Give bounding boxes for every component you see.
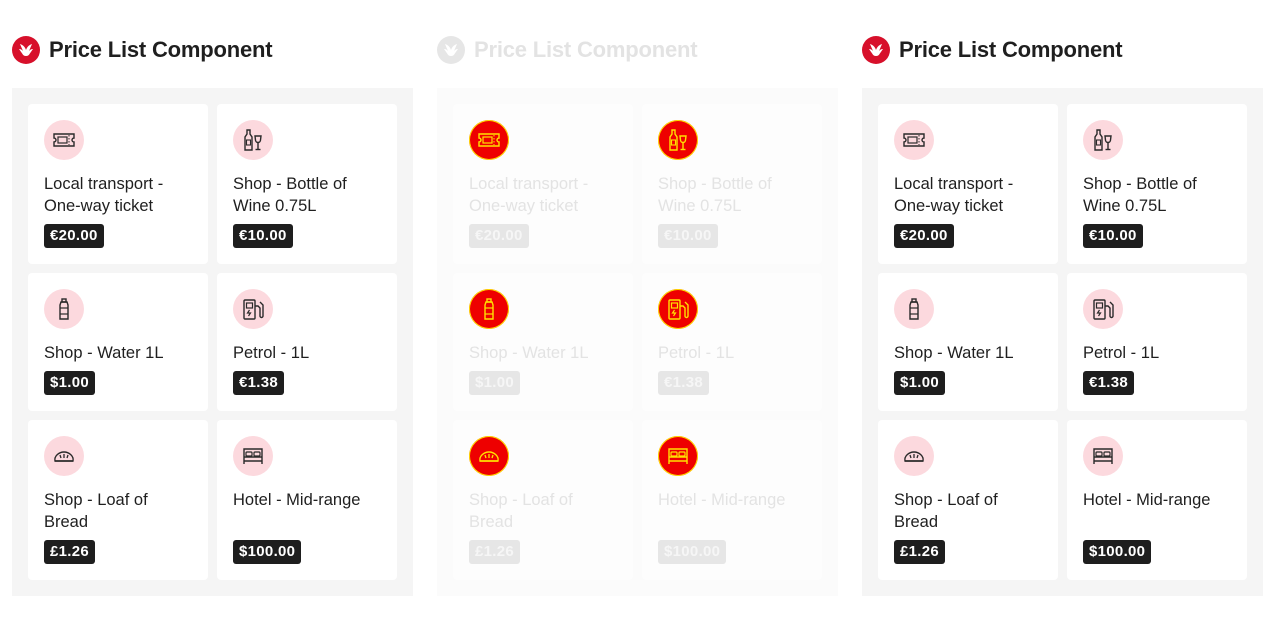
bed-icon: [658, 436, 698, 476]
price-badge: $100.00: [233, 540, 302, 564]
item-label: Hotel - Mid-range: [1083, 491, 1211, 509]
item-label: Hotel - Mid-range: [233, 491, 361, 509]
ticket-icon: [894, 120, 934, 160]
price-card: Shop - Loaf of Bread £1.26: [28, 420, 208, 580]
price-card: Petrol - 1L €1.38: [642, 273, 822, 411]
bread-icon: [894, 436, 934, 476]
price-badge: €10.00: [658, 224, 718, 248]
price-list-panel: Price List Component Local transport - O…: [12, 34, 413, 596]
fuel-pump-icon: [233, 289, 273, 329]
price-list-panel: Price List Component Local transport - O…: [862, 34, 1263, 596]
price-badge: €1.38: [1083, 371, 1135, 395]
price-badge: €20.00: [469, 224, 529, 248]
panel-title: Price List Component: [49, 37, 273, 62]
price-card: Petrol - 1L €1.38: [217, 273, 397, 411]
price-card: Shop - Water 1L $1.00: [878, 273, 1058, 411]
item-label: Shop - Water 1L: [44, 344, 164, 362]
item-label: Shop - Loaf of Bread: [44, 491, 148, 531]
price-badge: €1.38: [658, 371, 710, 395]
wine-bottle-icon: [1083, 120, 1123, 160]
price-list-panel-faded: Price List Component Local transport - O…: [437, 34, 838, 596]
ticket-icon: [469, 120, 509, 160]
item-label: Shop - Bottle of Wine 0.75L: [1083, 175, 1197, 215]
price-card: Shop - Bottle of Wine 0.75L €10.00: [217, 104, 397, 264]
bird-logo-icon: [12, 36, 40, 64]
item-label: Shop - Loaf of Bread: [469, 491, 573, 531]
water-bottle-icon: [44, 289, 84, 329]
item-label: Petrol - 1L: [658, 344, 735, 362]
bed-icon: [1083, 436, 1123, 476]
item-label: Local transport - One-way ticket: [44, 175, 164, 215]
price-card: Petrol - 1L €1.38: [1067, 273, 1247, 411]
bird-logo-icon: [862, 36, 890, 64]
price-card: Hotel - Mid-range $100.00: [217, 420, 397, 580]
item-label: Shop - Water 1L: [469, 344, 589, 362]
panel-title: Price List Component: [899, 37, 1123, 62]
price-card: Local transport - One-way ticket €20.00: [28, 104, 208, 264]
water-bottle-icon: [469, 289, 509, 329]
price-card: Shop - Bottle of Wine 0.75L €10.00: [1067, 104, 1247, 264]
price-card: Hotel - Mid-range $100.00: [642, 420, 822, 580]
price-badge: $100.00: [658, 540, 727, 564]
price-card: Shop - Water 1L $1.00: [453, 273, 633, 411]
price-card: Hotel - Mid-range $100.00: [1067, 420, 1247, 580]
bread-icon: [44, 436, 84, 476]
panel-header: Price List Component: [12, 34, 413, 66]
price-badge: $1.00: [894, 371, 946, 395]
price-card: Shop - Bottle of Wine 0.75L €10.00: [642, 104, 822, 264]
water-bottle-icon: [894, 289, 934, 329]
price-badge: €20.00: [44, 224, 104, 248]
bird-logo-icon: [437, 36, 465, 64]
item-label: Local transport - One-way ticket: [469, 175, 589, 215]
price-badge: €10.00: [233, 224, 293, 248]
item-label: Shop - Water 1L: [894, 344, 1014, 362]
price-grid: Local transport - One-way ticket €20.00 …: [437, 88, 838, 596]
bread-icon: [469, 436, 509, 476]
price-badge: £1.26: [894, 540, 946, 564]
price-card: Local transport - One-way ticket €20.00: [453, 104, 633, 264]
price-badge: $100.00: [1083, 540, 1152, 564]
item-label: Petrol - 1L: [1083, 344, 1160, 362]
price-badge: £1.26: [44, 540, 96, 564]
price-badge: £1.26: [469, 540, 521, 564]
price-card: Shop - Loaf of Bread £1.26: [453, 420, 633, 580]
price-badge: $1.00: [44, 371, 96, 395]
price-card: Local transport - One-way ticket €20.00: [878, 104, 1058, 264]
wine-bottle-icon: [658, 120, 698, 160]
price-grid: Local transport - One-way ticket €20.00 …: [862, 88, 1263, 596]
price-grid: Local transport - One-way ticket €20.00 …: [12, 88, 413, 596]
price-card: Shop - Water 1L $1.00: [28, 273, 208, 411]
item-label: Shop - Bottle of Wine 0.75L: [658, 175, 772, 215]
fuel-pump-icon: [1083, 289, 1123, 329]
item-label: Hotel - Mid-range: [658, 491, 786, 509]
item-label: Petrol - 1L: [233, 344, 310, 362]
wine-bottle-icon: [233, 120, 273, 160]
fuel-pump-icon: [658, 289, 698, 329]
panel-header: Price List Component: [437, 34, 838, 66]
panel-header: Price List Component: [862, 34, 1263, 66]
price-card: Shop - Loaf of Bread £1.26: [878, 420, 1058, 580]
ticket-icon: [44, 120, 84, 160]
price-badge: €20.00: [894, 224, 954, 248]
bed-icon: [233, 436, 273, 476]
price-badge: €10.00: [1083, 224, 1143, 248]
panel-title: Price List Component: [474, 37, 698, 62]
item-label: Shop - Loaf of Bread: [894, 491, 998, 531]
item-label: Local transport - One-way ticket: [894, 175, 1014, 215]
price-badge: $1.00: [469, 371, 521, 395]
item-label: Shop - Bottle of Wine 0.75L: [233, 175, 347, 215]
price-badge: €1.38: [233, 371, 285, 395]
